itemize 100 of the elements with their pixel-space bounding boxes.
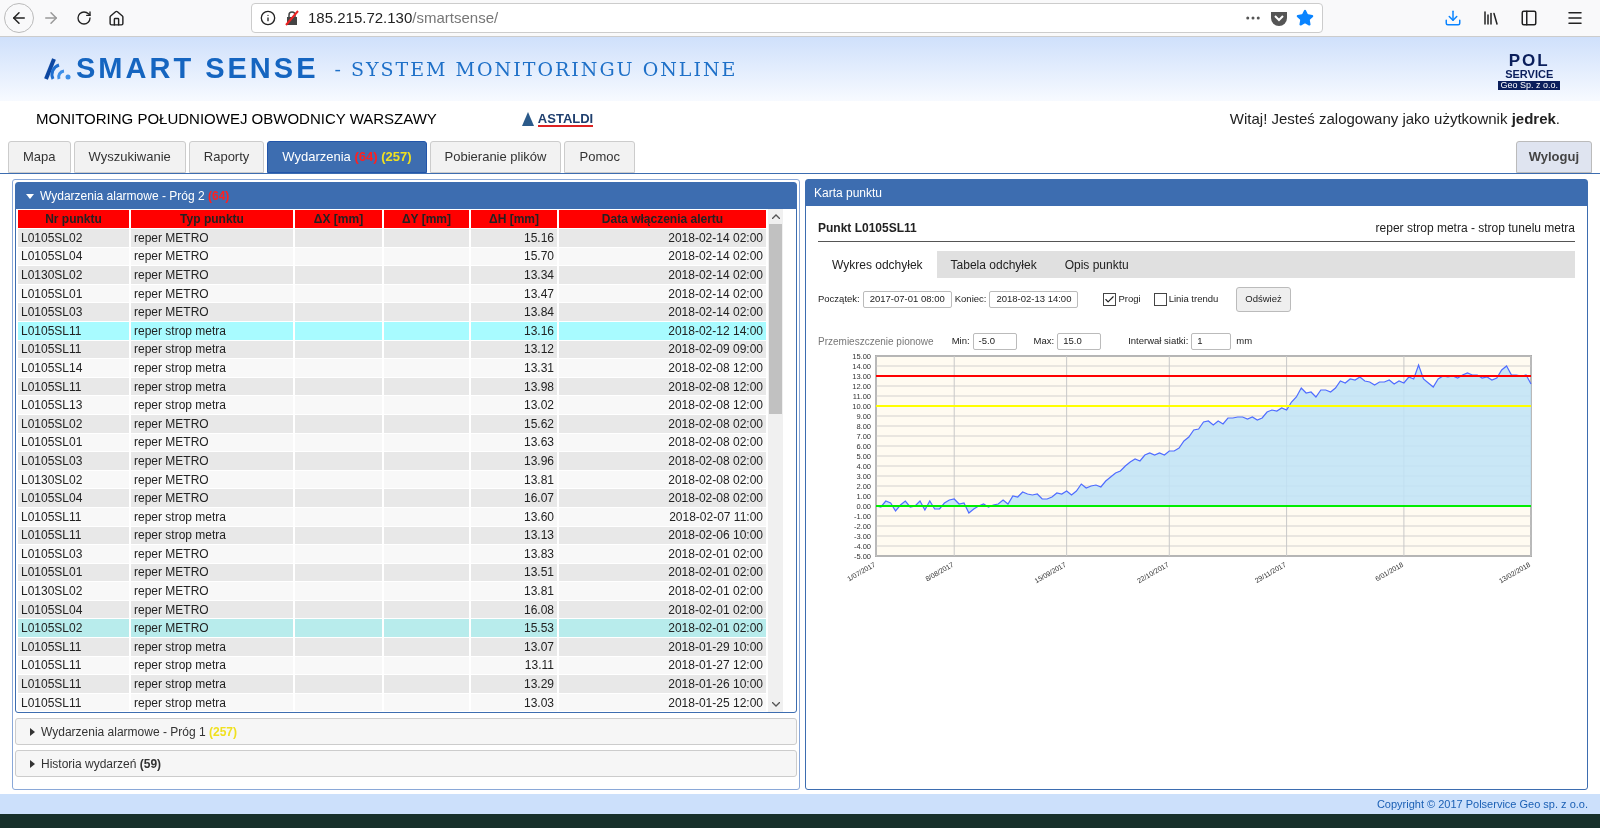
table-cell: reper METRO (131, 266, 293, 284)
table-cell: 13.29 (471, 675, 557, 693)
table-cell: 2018-02-14 02:00 (559, 303, 766, 321)
nav-tab[interactable]: Wydarzenia (64) (257) (267, 141, 427, 173)
logout-button[interactable]: Wyloguj (1515, 141, 1592, 173)
copyright-text: Copyright © 2017 Polservice Geo sp. z o.o. (1376, 796, 1588, 812)
table-cell: 2018-02-09 09:00 (559, 340, 766, 359)
table-cell: 13.51 (471, 563, 557, 582)
table-cell: L0105SL11 (18, 526, 129, 545)
sidebar-icon[interactable] (1520, 9, 1538, 27)
welcome-text: Witaj! Jesteś zalogowany jako użytkownik jedrek. (1229, 108, 1560, 129)
chart-title: Przemieszczenie pionowe (818, 335, 934, 349)
reload-icon[interactable] (76, 10, 92, 26)
brand-tagline: - SYSTEM MONITORINGU ONLINE (334, 56, 738, 82)
scroll-up-icon[interactable] (771, 214, 780, 219)
nav-tab[interactable]: Pobieranie plików (429, 141, 562, 173)
address-bar[interactable]: 185.215.72.130/smartsense/ (251, 3, 1323, 33)
table-cell: reper METRO (131, 563, 293, 582)
scroll-down-icon[interactable] (771, 702, 780, 708)
table-cell: 2018-01-26 10:00 (559, 675, 766, 693)
table-cell: 13.81 (471, 470, 557, 489)
min-input[interactable]: -5.0 (972, 333, 1017, 350)
table-cell: 13.98 (471, 377, 557, 396)
table-cell: 2018-02-14 02:00 (559, 266, 766, 284)
date-input[interactable]: 2017-07-01 08:00 (862, 291, 952, 308)
menu-icon[interactable] (1566, 9, 1584, 27)
table-cell: 2018-02-12 14:00 (559, 321, 766, 340)
column-header[interactable]: Nr punktu (18, 210, 129, 228)
tracking-protection-icon[interactable] (284, 10, 300, 26)
collapsed-caret-icon (30, 727, 35, 736)
column-header[interactable]: ΔH [mm] (471, 210, 557, 228)
table-cell: 13.03 (471, 693, 557, 712)
table-cell: 2018-02-08 02:00 (559, 433, 766, 452)
table-cell: reper METRO (131, 600, 293, 619)
table-cell: 2018-02-08 02:00 (559, 470, 766, 489)
table-cell: L0105SL11 (18, 340, 129, 359)
table-cell: L0105SL02 (18, 229, 129, 247)
table-cell: 13.31 (471, 359, 557, 377)
table-cell: reper strop metra (131, 675, 293, 693)
table-cell: reper METRO (131, 619, 293, 638)
pocket-icon[interactable] (1270, 10, 1288, 26)
column-header[interactable]: ΔY [mm] (384, 210, 469, 228)
table-cell: L0105SL11 (18, 675, 129, 693)
column-header[interactable]: Typ punktu (131, 210, 293, 228)
max-input[interactable]: 15.0 (1057, 333, 1102, 350)
field-label: Koniec: (954, 292, 987, 307)
table-cell: 13.34 (471, 266, 557, 284)
table-cell: reper METRO (131, 545, 293, 563)
table-cell: reper METRO (131, 582, 293, 600)
table-cell: 13.96 (471, 452, 557, 470)
table-cell: reper strop metra (131, 526, 293, 545)
scrollbar-thumb[interactable] (769, 224, 782, 414)
table-cell: 13.16 (471, 321, 557, 340)
table-cell: L0105SL03 (18, 303, 129, 321)
table-cell: L0105SL04 (18, 247, 129, 266)
table-cell: reper METRO (131, 247, 293, 266)
table-cell: reper METRO (131, 284, 293, 303)
brand-title: SMART SENSE (76, 51, 319, 87)
home-icon[interactable] (108, 9, 125, 27)
table-cell: 15.16 (471, 229, 557, 247)
bookmark-star-icon[interactable] (1296, 9, 1314, 27)
table-cell: 2018-02-01 02:00 (559, 619, 766, 638)
nav-tab[interactable]: Pomoc (564, 141, 635, 173)
download-icon[interactable] (1444, 9, 1462, 27)
column-header[interactable]: Data włączenia alertu (559, 210, 766, 228)
collapsed-caret-icon (30, 759, 35, 768)
nav-tab[interactable]: Wyszukiwanie (73, 141, 186, 173)
table-cell: reper METRO (131, 229, 293, 247)
info-icon[interactable] (260, 10, 276, 26)
table-cell: reper strop metra (131, 638, 293, 656)
table-cell: 13.63 (471, 433, 557, 452)
checkbox-label: Linia trendu (1168, 292, 1219, 307)
section-header[interactable]: Wydarzenia alarmowe - Próg 2 (64) (16, 183, 796, 209)
table-cell: 13.83 (471, 545, 557, 563)
table-cell: L0105SL03 (18, 452, 129, 470)
refresh-button[interactable]: Odśwież (1236, 287, 1291, 312)
table-cell: L0105SL02 (18, 619, 129, 638)
table-cell: L0105SL01 (18, 563, 129, 582)
partner-logo: POL SERVICE Geo Sp. z o.o. (1498, 52, 1560, 90)
checkbox[interactable] (1103, 293, 1117, 306)
checkbox[interactable] (1153, 293, 1167, 306)
scrollbar[interactable] (768, 209, 783, 713)
table-cell: reper strop metra (131, 656, 293, 675)
column-header[interactable]: ΔX [mm] (295, 210, 382, 228)
date-input[interactable]: 2018-02-13 14:00 (989, 291, 1079, 308)
forward-icon[interactable] (42, 9, 60, 27)
nav-tab[interactable]: Mapa (8, 141, 71, 173)
point-description: reper strop metra - strop tunelu metra (1375, 219, 1575, 237)
unit-label: mm (1236, 334, 1253, 349)
grid-input[interactable]: 1 (1191, 333, 1232, 350)
section-header[interactable]: Historia wydarzeń (59) (15, 750, 797, 778)
card-tab[interactable]: Wykres odchyłek (818, 251, 937, 278)
section-header[interactable]: Wydarzenia alarmowe - Próg 1 (257) (15, 718, 797, 746)
table-cell: 2018-02-08 12:00 (559, 359, 766, 377)
library-icon[interactable] (1482, 9, 1500, 27)
table-cell: 13.81 (471, 582, 557, 600)
table-cell: L0105SL11 (18, 377, 129, 396)
nav-tab[interactable]: Raporty (188, 141, 265, 173)
table-cell: 2018-02-14 02:00 (559, 247, 766, 266)
table-cell: L0105SL02 (18, 414, 129, 433)
